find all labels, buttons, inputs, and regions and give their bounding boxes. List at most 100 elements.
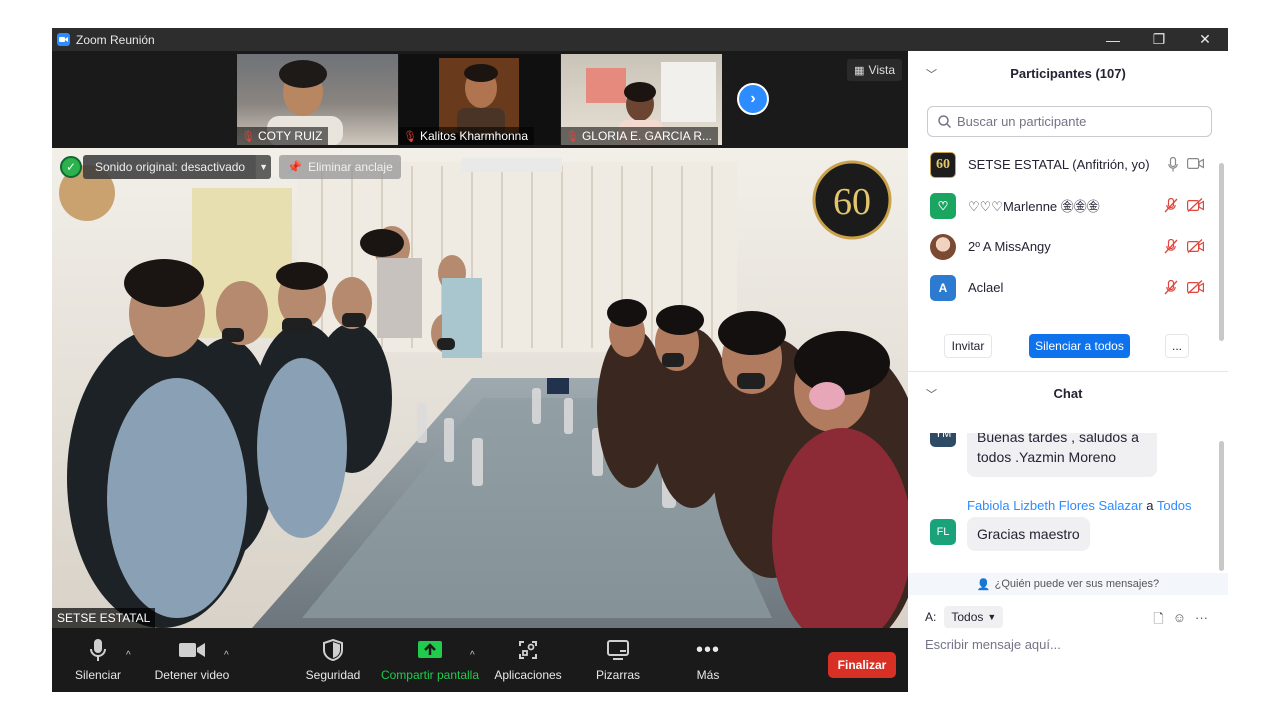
unpin-button[interactable]: 📌 Eliminar anclaje — [279, 155, 401, 179]
end-meeting-button[interactable]: Finalizar — [828, 652, 896, 678]
chevron-right-icon: › — [750, 90, 756, 107]
chat-recipient-select[interactable]: Todos ▼ — [944, 606, 1004, 628]
mic-muted-icon: 🎙 — [565, 130, 579, 143]
thumbnail-name: Kalitos Kharmhonna — [419, 129, 529, 143]
apps-button[interactable]: Aplicaciones — [493, 638, 563, 682]
shield-icon — [323, 638, 343, 662]
chat-to-label: A: — [925, 610, 937, 624]
mic-muted-icon[interactable] — [1164, 198, 1178, 213]
video-off-icon[interactable] — [1187, 280, 1204, 294]
chat-sender-name[interactable]: Fabiola Lizbeth Flores Salazar — [967, 498, 1143, 513]
zoom-window: Zoom Reunión — ❐ ✕ 🎙 COTY RUIZ 🎙 Kalitos K… — [52, 28, 1228, 692]
avatar: A — [930, 274, 956, 301]
participant-row[interactable]: 2º A MissAngy — [908, 226, 1220, 267]
mic-muted-icon: 🎙 — [403, 130, 417, 143]
video-thumbnail[interactable]: 🎙 GLORIA E. GARCIA R... — [561, 54, 722, 145]
video-thumbnail[interactable]: 🎙 Kalitos Kharmhonna — [399, 54, 560, 145]
apps-icon — [518, 638, 538, 662]
stop-video-button[interactable]: Detener video — [152, 638, 232, 682]
anniversary-logo-text: 60 — [833, 181, 871, 223]
avatar: 60 — [930, 151, 956, 178]
mic-muted-icon: 🎙 — [241, 130, 255, 143]
chevron-down-icon: ▼ — [987, 612, 997, 622]
participant-row[interactable]: A Aclael — [908, 267, 1220, 308]
speaker-name-label: SETSE ESTATAL — [52, 608, 156, 628]
chat-sender-line: Fabiola Lizbeth Flores Salazar a Todos — [967, 498, 1192, 513]
collapse-chat-chevron-icon[interactable]: ﹀ — [926, 386, 937, 402]
meeting-toolbar: Silenciar ^ Detener video ^ Seguridad Co… — [52, 628, 908, 692]
more-dots-icon[interactable]: ··· — [1195, 610, 1208, 632]
meeting-room-video-image: 60 — [52, 148, 908, 628]
whiteboard-icon — [607, 638, 629, 662]
chat-bubble: Buenas tardes , saludos a todos .Yazmin … — [967, 433, 1157, 477]
participant-search-input[interactable]: Buscar un participante — [927, 106, 1212, 137]
file-icon[interactable]: 🗋 — [1153, 610, 1163, 632]
avatar — [930, 233, 956, 260]
chat-message-input[interactable]: Escribir mensaje aquí... — [925, 637, 1061, 652]
chat-bubble: Gracias maestro — [967, 517, 1090, 551]
close-button[interactable]: ✕ — [1182, 28, 1228, 51]
mute-options-caret[interactable]: ^ — [126, 650, 131, 661]
original-sound-dropdown[interactable]: ▼ — [255, 155, 272, 179]
participants-more-button[interactable]: ... — [1165, 334, 1189, 358]
next-page-button[interactable]: › — [737, 83, 769, 115]
meeting-area: 🎙 COTY RUIZ 🎙 Kalitos Kharmhonna 🎙 GLORIA E… — [52, 51, 908, 692]
original-sound-button[interactable]: Sonido original: desactivado — [83, 155, 256, 179]
video-options-caret[interactable]: ^ — [224, 650, 229, 661]
mic-muted-icon[interactable] — [1164, 280, 1178, 295]
invite-button[interactable]: Invitar — [944, 334, 992, 358]
pin-icon: 📌 — [287, 160, 303, 174]
avatar: ♡ — [930, 192, 956, 219]
more-button[interactable]: ••• Más — [690, 638, 726, 683]
participants-scrollbar[interactable] — [1219, 163, 1224, 341]
participant-list: 60 SETSE ESTATAL (Anfitrión, yo) ♡ ♡♡♡Ma… — [908, 144, 1220, 316]
participant-row[interactable]: 60 SETSE ESTATAL (Anfitrión, yo) — [908, 144, 1220, 185]
who-can-see-notice[interactable]: 👤 ¿Quién puede ver sus mensajes? — [908, 573, 1228, 595]
view-button[interactable]: ▦ Vista — [847, 59, 902, 81]
video-camera-icon — [179, 638, 205, 662]
chevron-down-icon: ▼ — [259, 162, 269, 172]
mute-button[interactable]: Silenciar — [74, 638, 122, 682]
chat-header: ﹀ Chat — [926, 385, 1083, 402]
microphone-icon — [90, 638, 106, 662]
security-shield-icon: ✓ — [60, 156, 82, 178]
participant-row[interactable] — [908, 308, 1220, 316]
thumbnail-strip: 🎙 COTY RUIZ 🎙 Kalitos Kharmhonna 🎙 GLORIA E… — [52, 51, 908, 148]
avatar: YM — [930, 433, 956, 447]
mic-muted-icon[interactable] — [1164, 239, 1178, 254]
more-dots-icon: ••• — [695, 638, 720, 661]
window-title: Zoom Reunión — [76, 32, 155, 47]
chat-scrollbar[interactable] — [1219, 441, 1224, 571]
thumbnail-name: GLORIA E. GARCIA R... — [581, 129, 713, 143]
participants-header: ﹀ Participantes (107) — [926, 65, 1126, 82]
security-button[interactable]: Seguridad — [304, 638, 362, 682]
restore-button[interactable]: ❐ — [1136, 28, 1182, 51]
share-screen-icon — [417, 638, 443, 662]
title-bar: Zoom Reunión — ❐ ✕ — [52, 28, 1228, 51]
chat-recipient[interactable]: Todos — [1157, 498, 1192, 513]
video-thumbnail[interactable]: 🎙 COTY RUIZ — [237, 54, 398, 145]
side-panel: ﹀ Participantes (107) Buscar un particip… — [908, 51, 1228, 692]
minimize-button[interactable]: — — [1090, 28, 1136, 51]
share-options-caret[interactable]: ^ — [470, 650, 475, 661]
whiteboards-button[interactable]: Pizarras — [593, 638, 643, 682]
participant-name: SETSE ESTATAL (Anfitrión, yo) — [968, 157, 1150, 172]
thumbnail-name: COTY RUIZ — [257, 129, 323, 143]
zoom-app-icon — [57, 33, 70, 46]
section-divider — [908, 371, 1228, 372]
person-lock-icon: 👤 — [976, 578, 991, 591]
participant-name: 2º A MissAngy — [968, 239, 1051, 254]
avatar — [930, 315, 956, 316]
emoji-icon[interactable]: ☺ — [1173, 610, 1186, 632]
participant-row[interactable]: ♡ ♡♡♡Marlenne ㊎㊎㊎ — [908, 185, 1220, 226]
video-off-icon[interactable] — [1187, 239, 1204, 253]
chat-messages: YM Buenas tardes , saludos a todos .Yazm… — [908, 433, 1220, 573]
share-screen-button[interactable]: Compartir pantalla — [380, 638, 480, 682]
video-camera-icon[interactable] — [1187, 157, 1204, 170]
participant-name: ♡♡♡Marlenne ㊎㊎㊎ — [968, 199, 1100, 214]
collapse-participants-chevron-icon[interactable]: ﹀ — [926, 66, 937, 82]
mute-all-button[interactable]: Silenciar a todos — [1029, 334, 1130, 358]
microphone-icon[interactable] — [1168, 157, 1178, 172]
video-off-icon[interactable] — [1187, 198, 1204, 212]
avatar: FL — [930, 519, 956, 545]
